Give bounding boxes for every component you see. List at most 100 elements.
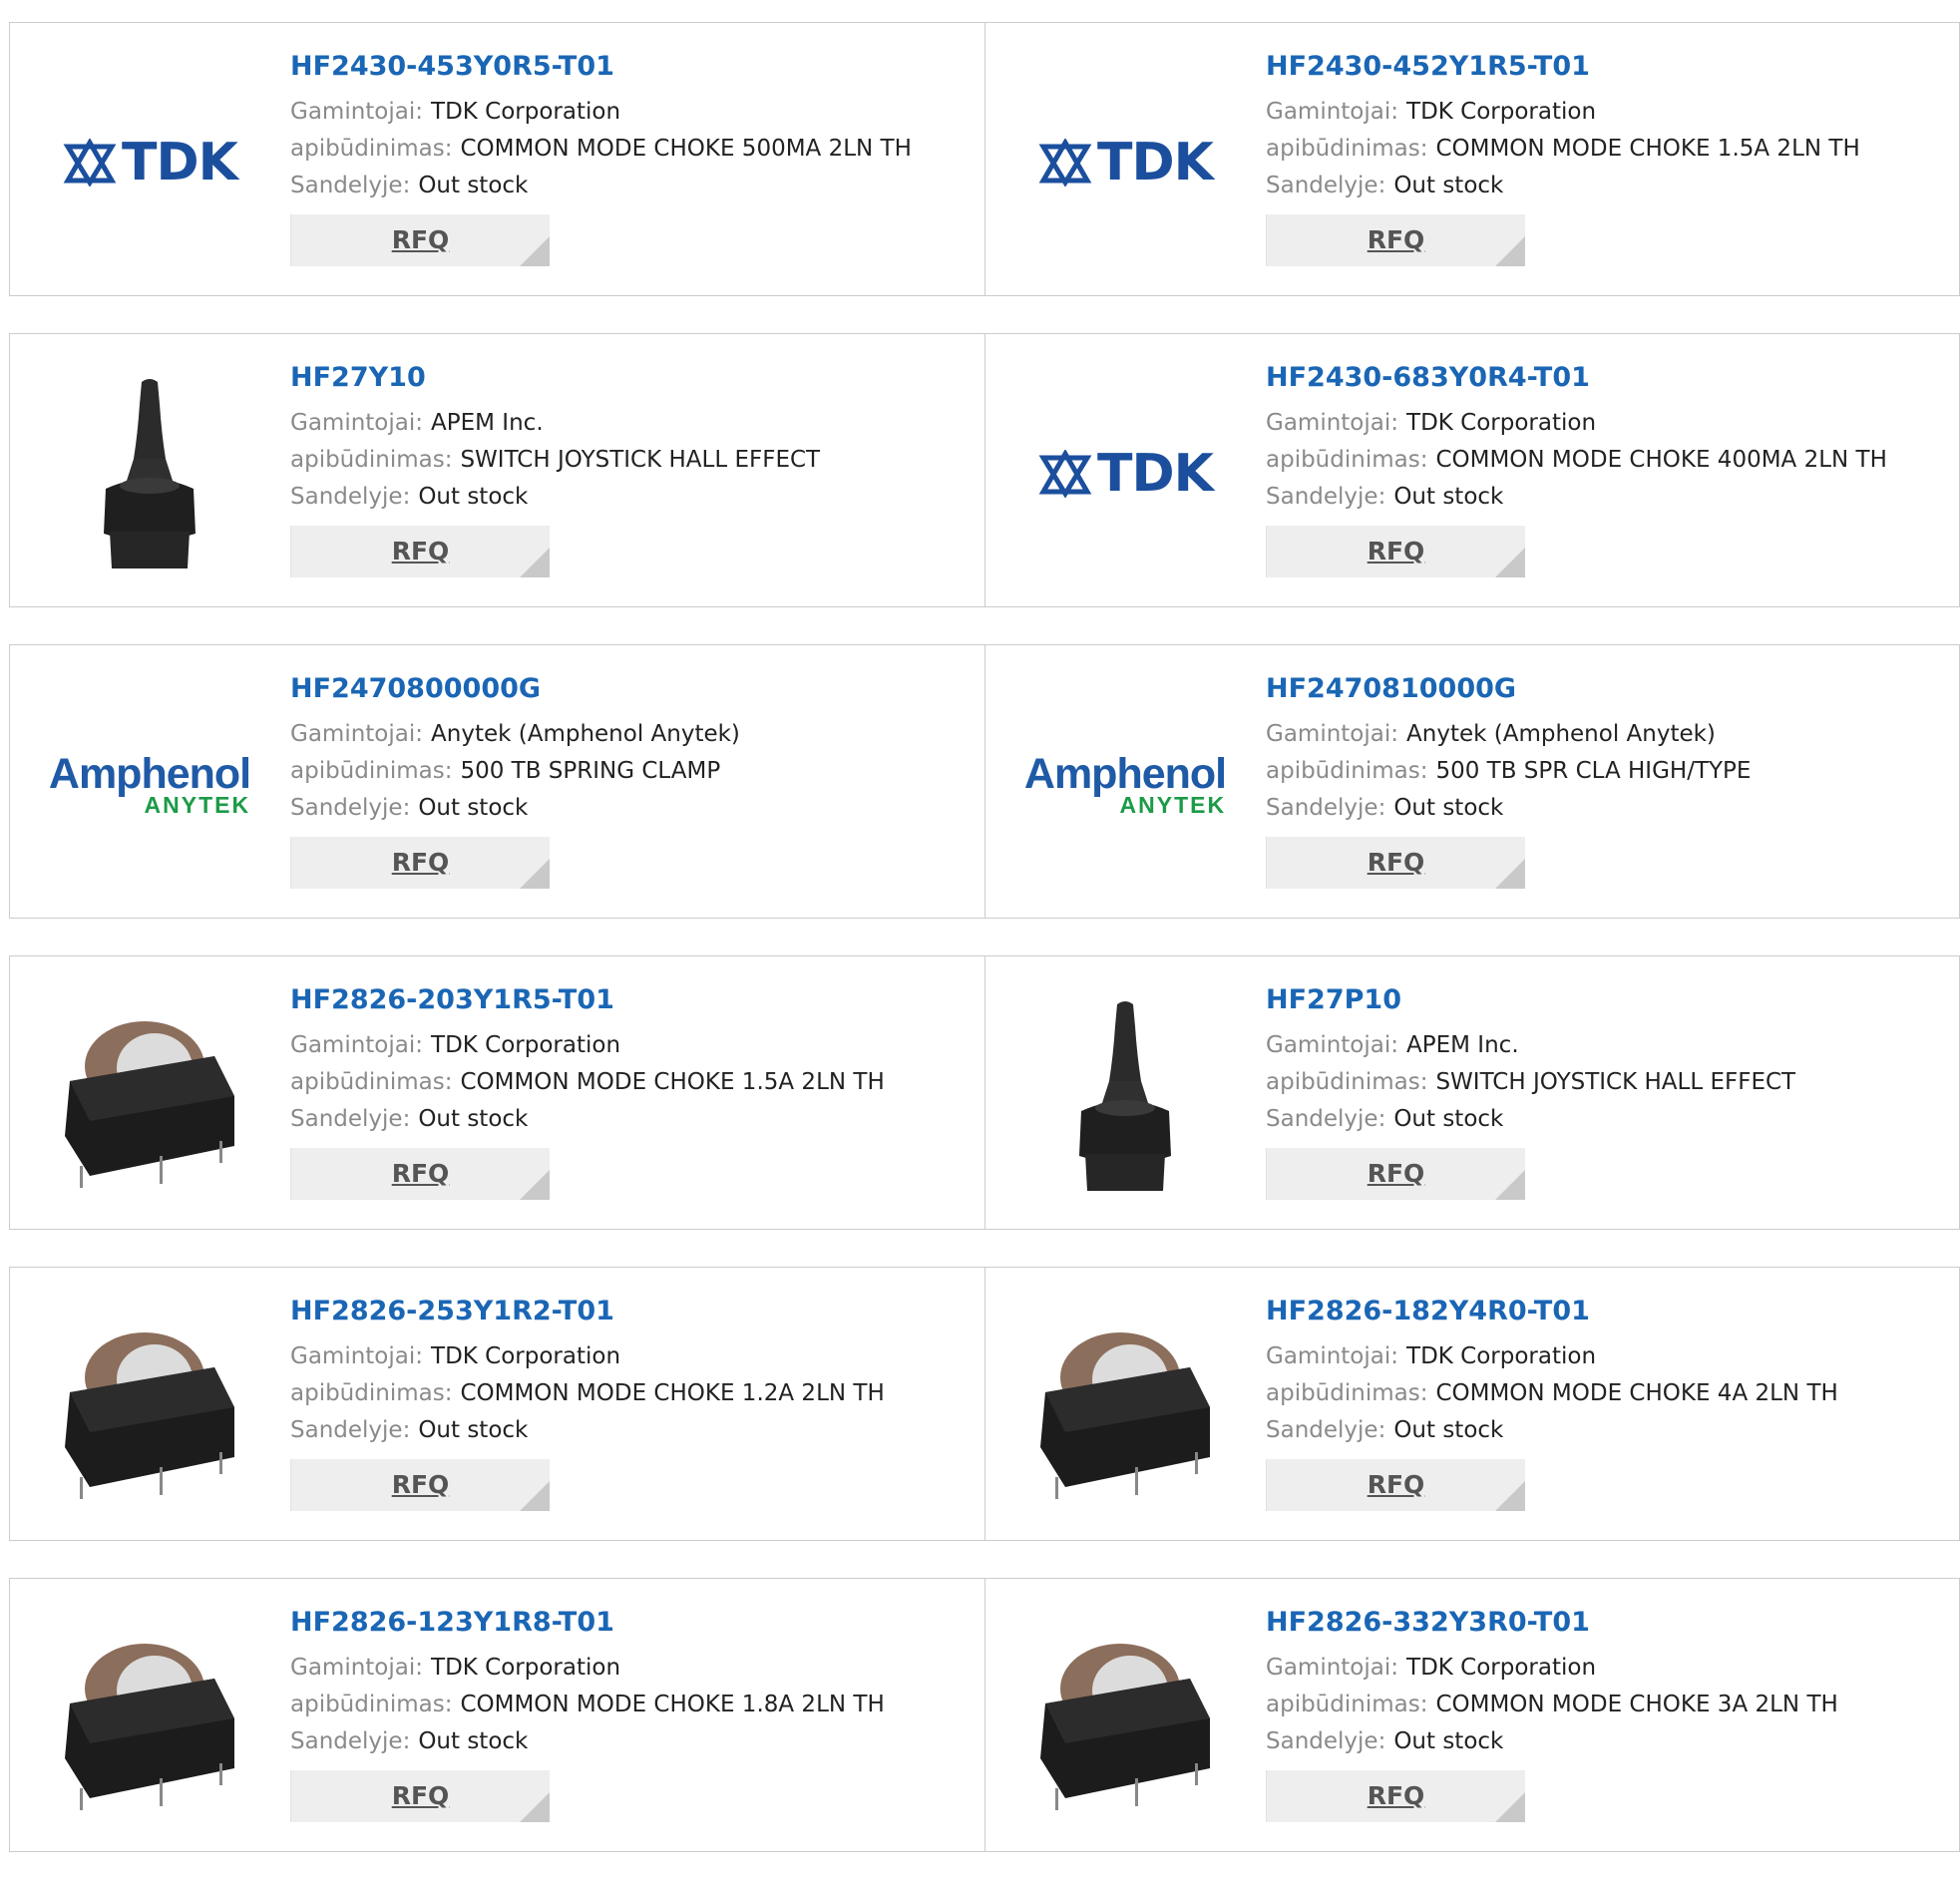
- rfq-button[interactable]: RFQ: [1266, 1459, 1525, 1511]
- product-image[interactable]: Amphenol ANYTEK: [1023, 685, 1227, 885]
- rfq-button[interactable]: RFQ: [1266, 837, 1525, 889]
- rfq-button[interactable]: RFQ: [1266, 526, 1525, 577]
- manufacturer-label: Gamintojai:: [1266, 1032, 1399, 1058]
- description-label: apibūdinimas:: [1266, 1069, 1428, 1095]
- product-card: HF27Y10 Gamintojai: APEM Inc. apibūdinima…: [10, 334, 984, 606]
- rfq-button[interactable]: RFQ: [290, 1459, 550, 1511]
- stock-value: Out stock: [418, 173, 529, 198]
- tdk-logo: TDK: [62, 133, 238, 192]
- rfq-button[interactable]: RFQ: [290, 526, 550, 577]
- product-image[interactable]: TDK: [1025, 63, 1225, 262]
- part-number-link[interactable]: HF2470810000G: [1266, 675, 1751, 702]
- choke-photo: [1025, 1308, 1225, 1507]
- product-row: HF2826-123Y1R8-T01 Gamintojai: TDK Corpor…: [9, 1578, 1960, 1852]
- part-number-link[interactable]: HF2826-182Y4R0-T01: [1266, 1298, 1838, 1324]
- part-number-link[interactable]: HF2430-452Y1R5-T01: [1266, 53, 1860, 80]
- stock-label: Sandelyje:: [290, 1417, 411, 1443]
- part-number-link[interactable]: HF2826-253Y1R2-T01: [290, 1298, 885, 1324]
- choke-photo: [50, 1619, 249, 1818]
- product-image[interactable]: [1025, 996, 1225, 1196]
- rfq-button[interactable]: RFQ: [1266, 1770, 1525, 1822]
- anytek-logo-text: ANYTEK: [1119, 792, 1227, 818]
- part-number-link[interactable]: HF2470800000G: [290, 675, 740, 702]
- rfq-button[interactable]: RFQ: [1266, 214, 1525, 266]
- description-label: apibūdinimas:: [290, 758, 453, 784]
- product-image[interactable]: [50, 1619, 249, 1818]
- rfq-button[interactable]: RFQ: [290, 837, 550, 889]
- stock-label: Sandelyje:: [290, 1106, 411, 1132]
- part-number-link[interactable]: HF27Y10: [290, 364, 820, 391]
- part-number-link[interactable]: HF2430-453Y0R5-T01: [290, 53, 912, 80]
- description-label: apibūdinimas:: [290, 1069, 453, 1095]
- description-label: apibūdinimas:: [290, 1692, 453, 1717]
- description-value: COMMON MODE CHOKE 500MA 2LN TH: [460, 136, 912, 162]
- amphenol-logo-text: Amphenol: [1023, 750, 1227, 798]
- product-card: HF2826-332Y3R0-T01 Gamintojai: TDK Corpor…: [984, 1579, 1959, 1851]
- product-row: HF27Y10 Gamintojai: APEM Inc. apibūdinima…: [9, 333, 1960, 607]
- manufacturer-label: Gamintojai:: [1266, 1343, 1399, 1369]
- description-label: apibūdinimas:: [290, 447, 453, 473]
- description-value: COMMON MODE CHOKE 4A 2LN TH: [1435, 1380, 1838, 1406]
- rfq-button[interactable]: RFQ: [290, 1770, 550, 1822]
- part-number-link[interactable]: HF27P10: [1266, 986, 1795, 1013]
- description-label: apibūdinimas:: [1266, 758, 1428, 784]
- manufacturer-label: Gamintojai:: [1266, 721, 1399, 747]
- product-card: HF2826-203Y1R5-T01 Gamintojai: TDK Corpor…: [10, 956, 984, 1229]
- product-image[interactable]: [1025, 1619, 1225, 1818]
- product-image[interactable]: [1025, 1308, 1225, 1507]
- product-grid: TDK HF2430-453Y0R5-T01 Gamintojai: TDK Co…: [9, 22, 1960, 1889]
- product-image[interactable]: TDK: [1025, 374, 1225, 573]
- description-value: COMMON MODE CHOKE 1.2A 2LN TH: [460, 1380, 885, 1406]
- rfq-button[interactable]: RFQ: [290, 214, 550, 266]
- product-image[interactable]: [50, 996, 249, 1196]
- joystick-photo: [50, 374, 249, 573]
- stock-value: Out stock: [418, 1106, 529, 1132]
- product-card: Amphenol ANYTEK HF2470800000G Gamintojai…: [10, 645, 984, 918]
- stock-value: Out stock: [1393, 1106, 1504, 1132]
- product-image[interactable]: [50, 374, 249, 573]
- stock-label: Sandelyje:: [290, 795, 411, 821]
- anytek-logo-text: ANYTEK: [144, 792, 251, 818]
- stock-value: Out stock: [418, 795, 529, 821]
- stock-label: Sandelyje:: [1266, 795, 1386, 821]
- choke-photo: [50, 996, 249, 1196]
- part-number-link[interactable]: HF2826-123Y1R8-T01: [290, 1609, 885, 1636]
- product-card: HF27P10 Gamintojai: APEM Inc. apibūdinima…: [984, 956, 1959, 1229]
- product-card: TDK HF2430-683Y0R4-T01 Gamintojai: TDK Co…: [984, 334, 1959, 606]
- stock-value: Out stock: [418, 484, 529, 510]
- manufacturer-label: Gamintojai:: [290, 410, 424, 436]
- description-value: SWITCH JOYSTICK HALL EFFECT: [1435, 1069, 1796, 1095]
- stock-value: Out stock: [418, 1728, 529, 1754]
- rfq-button[interactable]: RFQ: [290, 1148, 550, 1200]
- part-number-link[interactable]: HF2826-203Y1R5-T01: [290, 986, 885, 1013]
- amphenol-logo: Amphenol ANYTEK: [1023, 750, 1227, 818]
- description-value: 500 TB SPR CLA HIGH/TYPE: [1435, 758, 1752, 784]
- product-image[interactable]: TDK: [50, 63, 249, 262]
- tdk-logo-text: TDK: [1097, 444, 1214, 504]
- product-image[interactable]: [50, 1308, 249, 1507]
- description-value: COMMON MODE CHOKE 1.5A 2LN TH: [1435, 136, 1860, 162]
- description-label: apibūdinimas:: [1266, 136, 1428, 162]
- manufacturer-value: Anytek (Amphenol Anytek): [1406, 721, 1716, 747]
- manufacturer-value: Anytek (Amphenol Anytek): [431, 721, 740, 747]
- manufacturer-value: TDK Corporation: [1406, 1343, 1597, 1369]
- product-card: HF2826-253Y1R2-T01 Gamintojai: TDK Corpor…: [10, 1268, 984, 1540]
- stock-value: Out stock: [1393, 795, 1504, 821]
- part-number-link[interactable]: HF2430-683Y0R4-T01: [1266, 364, 1887, 391]
- manufacturer-label: Gamintojai:: [290, 1655, 424, 1681]
- stock-label: Sandelyje:: [1266, 1417, 1386, 1443]
- product-image[interactable]: Amphenol ANYTEK: [49, 685, 251, 885]
- manufacturer-label: Gamintojai:: [290, 1032, 424, 1058]
- product-row: HF2826-253Y1R2-T01 Gamintojai: TDK Corpor…: [9, 1267, 1960, 1541]
- tdk-mark-icon: [63, 139, 117, 187]
- manufacturer-label: Gamintojai:: [1266, 410, 1399, 436]
- description-value: SWITCH JOYSTICK HALL EFFECT: [460, 447, 821, 473]
- rfq-button[interactable]: RFQ: [1266, 1148, 1525, 1200]
- part-number-link[interactable]: HF2826-332Y3R0-T01: [1266, 1609, 1838, 1636]
- tdk-logo: TDK: [1037, 444, 1214, 504]
- product-card: HF2826-182Y4R0-T01 Gamintojai: TDK Corpor…: [984, 1268, 1959, 1540]
- product-row: TDK HF2430-453Y0R5-T01 Gamintojai: TDK Co…: [9, 22, 1960, 296]
- manufacturer-value: TDK Corporation: [431, 99, 621, 125]
- choke-photo: [1025, 1619, 1225, 1818]
- stock-label: Sandelyje:: [290, 173, 411, 198]
